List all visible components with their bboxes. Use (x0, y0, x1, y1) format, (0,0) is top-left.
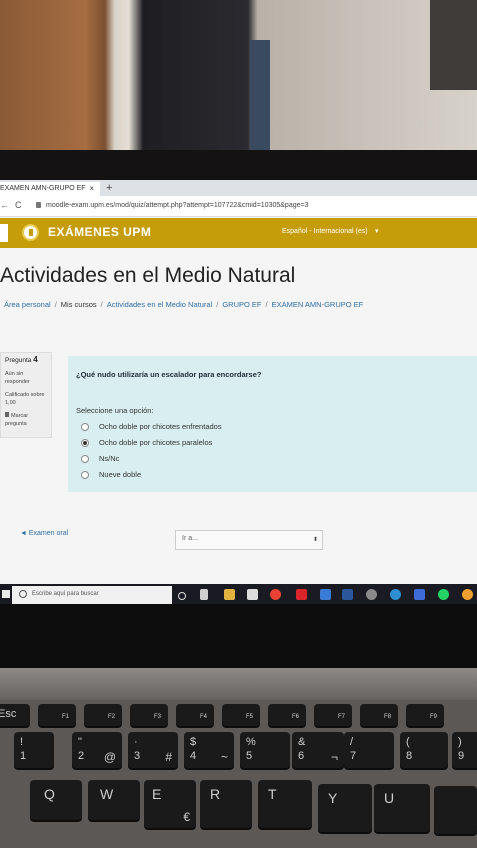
key-5[interactable]: % 5 (240, 732, 290, 768)
breadcrumb-item[interactable]: Mis cursos (61, 300, 97, 309)
laptop-screen: EXAMEN AMN-GRUPO EF × + ← C moodle-exam.… (0, 180, 477, 604)
breadcrumb: Área personal / Mis cursos / Actividades en … (4, 300, 364, 309)
jump-to-select[interactable]: Ir a... ⬍ (175, 530, 323, 550)
mcafee-icon[interactable] (296, 589, 307, 600)
key-r[interactable]: R (200, 780, 252, 828)
question-number: Pregunta 4 (5, 355, 38, 365)
background-object (250, 40, 270, 150)
chrome-icon[interactable] (462, 589, 473, 600)
tab-title: EXAMEN AMN-GRUPO EF (0, 185, 86, 192)
whatsapp-icon[interactable] (438, 589, 449, 600)
select-caret-icon: ⬍ (312, 537, 318, 543)
url-text[interactable]: moodle-exam.upm.es/mod/quiz/attempt.php?… (46, 202, 308, 209)
key-f2[interactable]: F2 (84, 704, 122, 726)
key-3[interactable]: · 3 # (128, 732, 178, 768)
jump-to-label: Ir a... (182, 535, 198, 542)
key-6[interactable]: & 6 ¬ (292, 732, 344, 768)
question-info: Pregunta 4 Aún sin responder Calificado … (0, 352, 52, 438)
lock-icon (36, 202, 41, 208)
breadcrumb-item[interactable]: Área personal (4, 300, 51, 309)
question-status: Aún sin responder (5, 371, 30, 385)
room-background (0, 0, 477, 160)
key-q[interactable]: Q (30, 780, 82, 820)
question-grade: Calificado sobre 1,00 (5, 392, 45, 406)
key-w[interactable]: W (88, 780, 140, 820)
taskbar-search-placeholder: Escribe aquí para buscar (32, 591, 99, 597)
key-t[interactable]: T (258, 780, 312, 828)
key-2[interactable]: " 2 @ (72, 732, 122, 768)
flag-question-button[interactable]: Marcar pregunta (5, 412, 47, 428)
radio-button[interactable] (81, 455, 89, 464)
windows-taskbar: Escribe aquí para buscar (0, 584, 477, 606)
menu-toggle[interactable] (0, 224, 8, 242)
radio-button[interactable] (81, 423, 89, 432)
back-icon[interactable]: ← (0, 200, 9, 210)
key-f6[interactable]: F6 (268, 704, 306, 726)
answer-option[interactable]: Ocho doble por chicotes paralelos (81, 438, 212, 448)
question-text: ¿Qué nudo utilizaría un escalador para e… (76, 370, 262, 379)
screen-top-bezel (0, 150, 477, 180)
key-f4[interactable]: F4 (176, 704, 214, 726)
key-y[interactable]: Y (318, 784, 372, 832)
answer-option[interactable]: Ns/Nc (81, 454, 119, 464)
new-tab-icon[interactable]: + (106, 180, 112, 196)
key-i[interactable] (434, 786, 477, 834)
app-icon[interactable] (414, 589, 425, 600)
keyboard-deck: Esc F1 F2 F3 F4 F5 F6 F7 F8 F9 ! 1 " 2 @ · 3… (0, 700, 477, 848)
browser-tab[interactable]: EXAMEN AMN-GRUPO EF × (0, 182, 100, 196)
key-8[interactable]: (8 (400, 732, 448, 768)
radio-button-selected[interactable] (81, 439, 89, 448)
key-9[interactable]: ) 9 (452, 732, 477, 768)
key-f9[interactable]: F9 (406, 704, 444, 726)
app-icon[interactable] (366, 589, 377, 600)
chevron-down-icon[interactable]: ▾ (375, 227, 379, 235)
radio-button[interactable] (81, 471, 89, 480)
key-1[interactable]: ! 1 (14, 732, 54, 768)
chrome-icon[interactable] (270, 589, 281, 600)
tab-close-icon[interactable]: × (89, 182, 94, 196)
breadcrumb-item[interactable]: Actividades en el Medio Natural (107, 300, 212, 309)
task-view-icon[interactable] (200, 589, 208, 600)
answer-option[interactable]: Nueve doble (81, 470, 141, 480)
question-content: ¿Qué nudo utilizaría un escalador para e… (68, 356, 477, 492)
key-f3[interactable]: F3 (130, 704, 168, 726)
key-f5[interactable]: F5 (222, 704, 260, 726)
breadcrumb-item[interactable]: GRUPO EF (222, 300, 261, 309)
key-esc[interactable]: Esc (0, 704, 30, 726)
key-f7[interactable]: F7 (314, 704, 352, 726)
language-menu[interactable]: Español - Internacional (es) (282, 228, 368, 235)
address-bar[interactable]: ← C moodle-exam.upm.es/mod/quiz/attempt.… (0, 196, 477, 217)
word-icon[interactable] (342, 589, 353, 600)
file-explorer-icon[interactable] (224, 589, 235, 600)
background-shadow (430, 0, 477, 90)
search-icon (19, 590, 27, 598)
key-f1[interactable]: F1 (38, 704, 76, 726)
windows-start-icon[interactable] (2, 590, 10, 598)
app-icon[interactable] (320, 589, 331, 600)
screen-bottom-bezel (0, 604, 477, 670)
answer-option[interactable]: Ocho doble por chicotes enfrentados (81, 422, 222, 432)
key-7[interactable]: /7 (344, 732, 394, 768)
upm-logo-icon[interactable] (22, 224, 39, 241)
flag-icon (5, 412, 9, 417)
key-e[interactable]: E € (144, 780, 196, 828)
previous-activity-link[interactable]: ◄ Examen oral (20, 530, 68, 537)
site-name[interactable]: EXÁMENES UPM (48, 225, 151, 239)
site-header: EXÁMENES UPM Español - Internacional (es… (0, 218, 477, 248)
cortana-icon[interactable] (178, 592, 186, 600)
page-title: Actividades en el Medio Natural (0, 264, 296, 287)
store-icon[interactable] (247, 589, 258, 600)
reload-icon[interactable]: C (15, 200, 22, 210)
taskbar-search[interactable]: Escribe aquí para buscar (12, 586, 172, 604)
browser-tab-bar: EXAMEN AMN-GRUPO EF × + (0, 180, 477, 196)
skype-icon[interactable] (390, 589, 401, 600)
key-4[interactable]: $4 ~ (184, 732, 234, 768)
key-f8[interactable]: F8 (360, 704, 398, 726)
answer-prompt: Seleccione una opción: (76, 406, 154, 415)
breadcrumb-item[interactable]: EXAMEN AMN-GRUPO EF (272, 300, 364, 309)
key-u[interactable]: U (374, 784, 430, 832)
